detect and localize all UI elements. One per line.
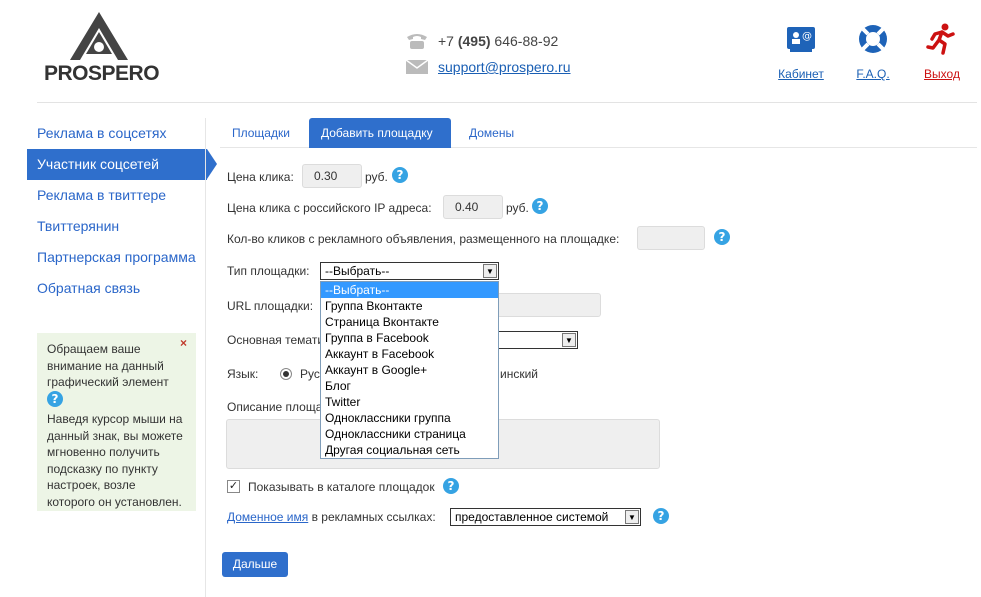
topic-select[interactable]: ▼ xyxy=(490,331,578,349)
sidebar-item-twitter-user[interactable]: Твиттерянин xyxy=(27,211,207,242)
dropdown-option[interactable]: Одноклассники группа xyxy=(321,410,498,426)
topic-label: Основная темати xyxy=(227,333,325,347)
language-ru-radio[interactable] xyxy=(280,368,292,380)
dropdown-option[interactable]: Блог xyxy=(321,378,498,394)
click-price-label: Цена клика: xyxy=(227,170,294,184)
contact-block: +7 (495) 646-88-92 support@prospero.ru xyxy=(405,28,571,80)
hint-box: × Обращаем ваше внимание на данный графи… xyxy=(37,333,196,511)
envelope-icon xyxy=(405,59,429,74)
domain-name-link[interactable]: Доменное имя xyxy=(227,510,308,524)
clicks-count-input[interactable] xyxy=(637,226,705,250)
ru-price-input[interactable]: 0.40 xyxy=(443,195,503,219)
header-divider xyxy=(37,102,977,103)
hint-text-1: Обращаем ваше внимание на данный графиче… xyxy=(47,342,169,408)
tab-sites[interactable]: Площадки xyxy=(220,118,302,148)
phone-icon xyxy=(407,34,427,49)
url-label: URL площадки: xyxy=(227,299,314,313)
content-divider xyxy=(205,118,206,597)
sidebar-nav: Реклама в соцсетях Участник соцсетей Рек… xyxy=(27,118,217,304)
cabinet-link[interactable]: @ Кабинет xyxy=(771,22,831,81)
dropdown-option[interactable]: Одноклассники страница xyxy=(321,426,498,442)
help-icon[interactable]: ? xyxy=(392,167,408,183)
faq-link[interactable]: F.A.Q. xyxy=(845,22,901,81)
next-button[interactable]: Дальше xyxy=(222,552,288,577)
help-icon[interactable]: ? xyxy=(443,478,459,494)
click-price-input[interactable]: 0.30 xyxy=(302,164,362,188)
svg-text:@: @ xyxy=(802,31,812,42)
help-icon[interactable]: ? xyxy=(532,198,548,214)
chevron-down-icon: ▼ xyxy=(562,333,576,347)
dropdown-option[interactable]: Twitter xyxy=(321,394,498,410)
currency-label: руб. xyxy=(365,170,388,184)
catalog-label: Показывать в каталоге площадок xyxy=(248,480,435,494)
exit-runner-icon xyxy=(926,23,955,55)
site-type-dropdown: --Выбрать-- Группа Вконтакте Страница Вк… xyxy=(320,281,499,459)
dropdown-option[interactable]: --Выбрать-- xyxy=(321,282,498,298)
dropdown-option[interactable]: Группа Вконтакте xyxy=(321,298,498,314)
help-icon[interactable]: ? xyxy=(714,229,730,245)
description-label: Описание площа xyxy=(227,400,323,414)
ru-price-label: Цена клика с российского IP адреса: xyxy=(227,201,432,215)
sidebar-item-partner-program[interactable]: Партнерская программа xyxy=(27,242,207,273)
site-type-label: Тип площадки: xyxy=(227,264,310,278)
clicks-count-label: Кол-во кликов с рекламного объявления, р… xyxy=(227,232,620,246)
site-type-select[interactable]: --Выбрать-- ▼ xyxy=(320,262,499,280)
logo-text: PROSPERO xyxy=(44,62,160,85)
sidebar-item-social-ads[interactable]: Реклама в соцсетях xyxy=(27,118,207,149)
dropdown-option[interactable]: Страница Вконтакте xyxy=(321,314,498,330)
dropdown-option[interactable]: Аккаунт в Google+ xyxy=(321,362,498,378)
sidebar-item-social-member[interactable]: Участник соцсетей xyxy=(27,149,217,180)
domain-row-label: Доменное имя в рекламных ссылках: xyxy=(227,510,436,524)
tab-bar: Площадки Добавить площадку Домены xyxy=(220,118,977,148)
dropdown-option[interactable]: Группа в Facebook xyxy=(321,330,498,346)
chevron-down-icon: ▼ xyxy=(625,510,639,524)
sidebar-item-twitter-ads[interactable]: Реклама в твиттере xyxy=(27,180,207,211)
language-other-label: инский xyxy=(500,367,538,381)
phone-number: +7 (495) 646-88-92 xyxy=(438,33,559,49)
chevron-down-icon: ▼ xyxy=(483,264,497,278)
tab-domains[interactable]: Домены xyxy=(457,118,526,148)
currency-label: руб. xyxy=(506,201,529,215)
hint-text-2: Наведя курсор мыши на данный знак, вы мо… xyxy=(47,412,183,509)
dropdown-option[interactable]: Другая социальная сеть xyxy=(321,442,498,458)
help-icon[interactable]: ? xyxy=(653,508,669,524)
help-icon: ? xyxy=(47,391,63,408)
sidebar-item-feedback[interactable]: Обратная связь xyxy=(27,273,207,304)
support-email-link[interactable]: support@prospero.ru xyxy=(438,59,571,75)
lifebuoy-icon xyxy=(859,25,887,53)
url-input[interactable] xyxy=(490,293,601,317)
close-icon[interactable]: × xyxy=(180,335,187,352)
catalog-checkbox[interactable]: ✓ xyxy=(227,480,240,493)
dropdown-option[interactable]: Аккаунт в Facebook xyxy=(321,346,498,362)
language-ru-label: Рус xyxy=(300,367,320,381)
cabinet-icon: @ xyxy=(787,27,815,52)
language-label: Язык: xyxy=(227,367,259,381)
tab-add-site[interactable]: Добавить площадку xyxy=(309,118,451,148)
exit-link[interactable]: Выход xyxy=(915,22,969,81)
domain-select[interactable]: предоставленное системой ▼ xyxy=(450,508,641,526)
